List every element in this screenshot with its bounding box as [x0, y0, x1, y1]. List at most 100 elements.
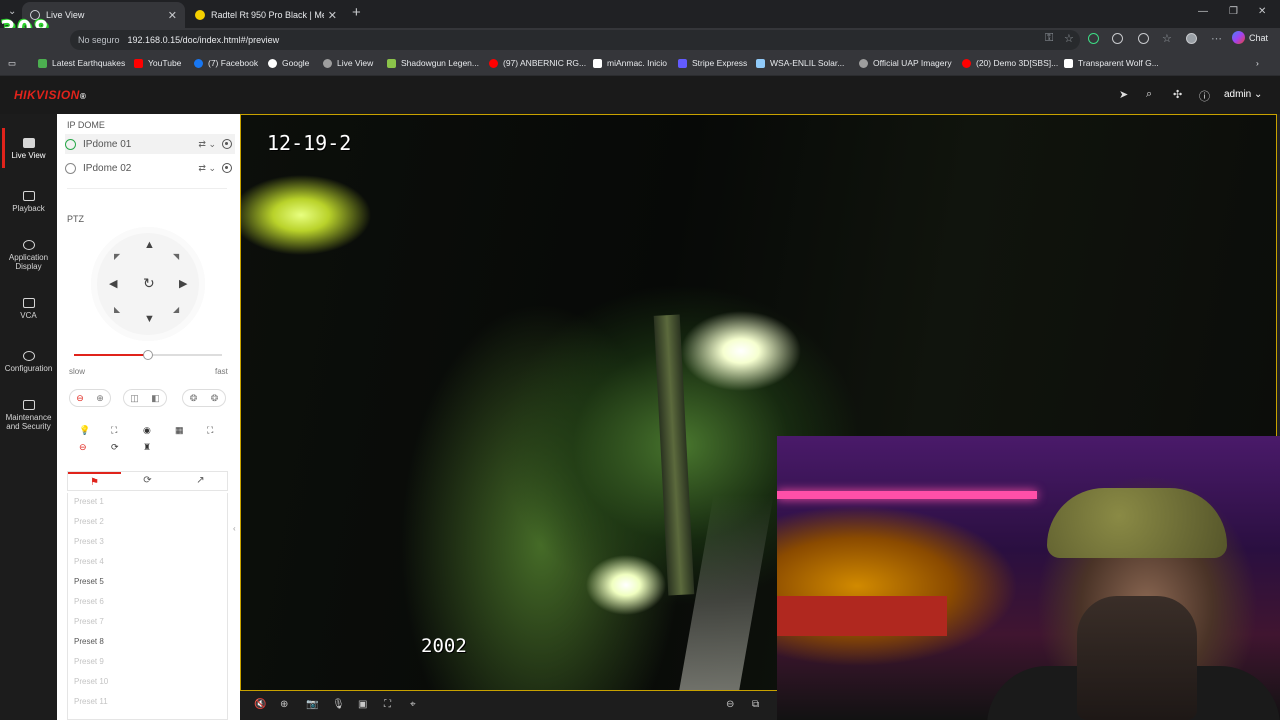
bookmark-item[interactable]: Live View: [323, 58, 373, 68]
digital-zoom-icon[interactable]: ⊕: [280, 699, 288, 710]
profile-avatar[interactable]: [1186, 33, 1197, 44]
tracking-icon[interactable]: ⛶: [207, 425, 213, 436]
preset-item[interactable]: Preset 7: [74, 617, 104, 626]
tab-patterns[interactable]: ↗: [174, 472, 227, 490]
close-tab-icon[interactable]: ✕: [168, 9, 177, 22]
capture-icon[interactable]: 📷: [306, 699, 318, 710]
preset-item[interactable]: Preset 8: [74, 637, 104, 646]
bookmark-item[interactable]: Transparent Wolf G...: [1064, 58, 1159, 68]
bookmark-item[interactable]: WSA-ENLIL Solar...: [756, 58, 844, 68]
preset-item[interactable]: Preset 9: [74, 657, 104, 666]
bookmark-item[interactable]: Official UAP Imagery: [859, 58, 952, 68]
preset-item[interactable]: Preset 1: [74, 497, 104, 506]
ptz-up-right-icon[interactable]: ◥: [173, 252, 179, 261]
preset-item[interactable]: Preset 3: [74, 537, 104, 546]
preset-item[interactable]: Preset 6: [74, 597, 104, 606]
wiper-icon[interactable]: ◉: [143, 425, 151, 436]
preset-item[interactable]: Preset 11: [74, 697, 108, 706]
tab-presets[interactable]: ⚑: [68, 472, 121, 490]
security-indicator[interactable]: No seguro: [78, 35, 120, 45]
tab-patrols[interactable]: ⟳: [121, 472, 174, 490]
focus-far-icon[interactable]: ◧: [151, 393, 160, 404]
ptz-down-right-icon[interactable]: ◢: [173, 305, 179, 314]
new-tab-icon[interactable]: +: [352, 4, 361, 21]
collapse-panel-icon[interactable]: ‹: [233, 524, 236, 533]
chat-button[interactable]: Chat: [1232, 31, 1268, 44]
back-icon[interactable]: ⊖: [726, 699, 734, 710]
mute-icon[interactable]: 🔇: [254, 699, 266, 710]
ptz-down-icon[interactable]: ▼: [144, 313, 155, 325]
ptz-auto-icon[interactable]: ↻: [143, 275, 155, 292]
regional-zoom-icon[interactable]: ⊖: [79, 442, 87, 453]
bookmark-star-icon[interactable]: ☆: [1064, 32, 1074, 45]
image-icon[interactable]: ▣: [358, 699, 367, 710]
ptz-direction-pad[interactable]: ▲ ▼ ◀ ▶ ↻ ◤ ◥ ◣ ◢: [91, 227, 205, 341]
restore-icon[interactable]: ❐: [1229, 6, 1238, 17]
bookmark-item[interactable]: Shadowgun Legen...: [387, 58, 479, 68]
ptz-down-left-icon[interactable]: ◣: [114, 305, 120, 314]
extension-shield-icon[interactable]: [1088, 33, 1099, 44]
close-tab-icon[interactable]: ✕: [328, 9, 337, 22]
sidebar-toggle-icon[interactable]: ▭: [8, 58, 16, 69]
focus-near-icon[interactable]: ◫: [130, 393, 139, 404]
minimize-icon[interactable]: —: [1198, 6, 1208, 17]
fullscreen-icon[interactable]: ⧉: [752, 699, 759, 710]
preset-item[interactable]: Preset 2: [74, 517, 104, 526]
zoom-in-icon[interactable]: ⊕: [96, 393, 104, 404]
nav-playback[interactable]: Playback: [0, 191, 57, 213]
nav-live-view[interactable]: Live View: [0, 128, 57, 168]
bookmark-item[interactable]: miAnmac. Inicio: [593, 58, 667, 68]
address-field[interactable]: No seguro 192.168.0.15/doc/index.html#/p…: [70, 30, 1080, 50]
park-action-icon[interactable]: ♜: [143, 442, 151, 453]
ptz-left-icon[interactable]: ◀: [109, 277, 117, 290]
record-icon[interactable]: [222, 163, 232, 173]
bookmark-item[interactable]: (20) Demo 3D[SBS]...: [962, 58, 1058, 68]
user-menu[interactable]: admin ⌄: [1224, 89, 1262, 100]
tools-icon[interactable]: ✣: [1173, 88, 1182, 101]
nav-maintenance[interactable]: Maintenance and Security: [0, 400, 57, 431]
zoom-out-icon[interactable]: ⊖: [76, 393, 84, 404]
bookmark-item[interactable]: Stripe Express: [678, 58, 747, 68]
favorites-icon[interactable]: ☆: [1162, 32, 1172, 45]
bookmark-item[interactable]: Google: [268, 58, 309, 68]
fit-icon[interactable]: ⛶: [384, 699, 391, 710]
extension-refresh-icon[interactable]: [1112, 33, 1123, 44]
ptz-right-icon[interactable]: ▶: [179, 277, 187, 290]
speed-slider[interactable]: [74, 350, 222, 360]
send-icon[interactable]: ➤: [1119, 88, 1128, 101]
nav-application-display[interactable]: Application Display: [0, 240, 57, 271]
nav-vca[interactable]: VCA: [0, 298, 57, 320]
ptz-up-left-icon[interactable]: ◤: [114, 252, 120, 261]
bookmark-item[interactable]: (97) ANBERNIC RG...: [489, 58, 586, 68]
preset-item[interactable]: Preset 5: [74, 577, 104, 586]
grid-icon[interactable]: ▦: [175, 425, 184, 436]
ptz-up-icon[interactable]: ▲: [144, 239, 155, 251]
close-window-icon[interactable]: ✕: [1258, 6, 1266, 17]
fisheye-icon[interactable]: ⌖: [410, 699, 416, 710]
manual-tracking-icon[interactable]: ⟳: [111, 442, 119, 453]
record-icon[interactable]: [222, 139, 232, 149]
camera-item[interactable]: IPdome 01 ⇄ ⌄: [65, 134, 235, 154]
3d-position-icon[interactable]: ⛶: [111, 425, 117, 436]
bookmark-item[interactable]: (7) Facebook: [194, 58, 258, 68]
nav-configuration[interactable]: Configuration: [0, 351, 57, 373]
ptz-control-icon[interactable]: ⇄ ⌄: [198, 163, 216, 174]
tab-mercado[interactable]: Radtel Rt 950 Pro Black | Mercado ✕: [187, 2, 345, 28]
speed-slider-handle[interactable]: [143, 350, 153, 360]
more-menu-icon[interactable]: ⋯: [1211, 32, 1222, 45]
preset-item[interactable]: Preset 10: [74, 677, 108, 686]
microphone-icon[interactable]: 🎙: [332, 699, 345, 710]
more-bookmarks-icon[interactable]: ›: [1256, 58, 1259, 68]
camera-item[interactable]: IPdome 02 ⇄ ⌄: [65, 158, 235, 178]
bookmark-item[interactable]: Latest Earthquakes: [38, 58, 125, 68]
search-icon[interactable]: ⌕: [1146, 88, 1152, 101]
ptz-control-icon[interactable]: ⇄ ⌄: [198, 139, 216, 150]
iris-open-icon[interactable]: ❂: [190, 393, 198, 404]
light-icon[interactable]: 💡: [79, 425, 90, 436]
key-icon[interactable]: ⚿: [1045, 32, 1053, 45]
info-icon[interactable]: ⓘ: [1199, 88, 1210, 104]
bookmark-item[interactable]: YouTube: [134, 58, 181, 68]
extension-puzzle-icon[interactable]: [1138, 33, 1149, 44]
preset-item[interactable]: Preset 4: [74, 557, 104, 566]
iris-close-icon[interactable]: ❂: [211, 393, 219, 404]
